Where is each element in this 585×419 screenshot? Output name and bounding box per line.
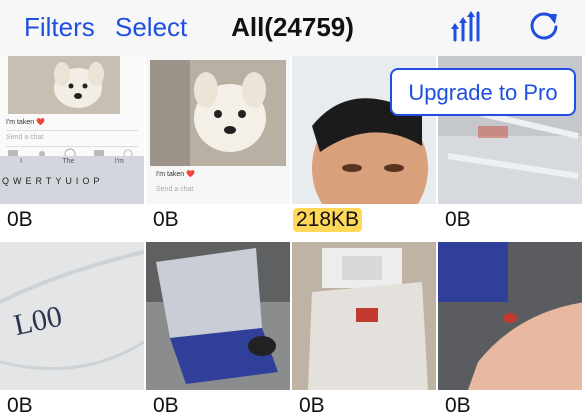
package-photo: [292, 242, 436, 390]
filters-button[interactable]: Filters: [24, 12, 95, 43]
divider: [6, 146, 138, 147]
chat-screenshot: I'm taken ❤️ Send a chat: [146, 56, 290, 204]
file-size: 0B: [445, 394, 471, 417]
grid-item: I'm taken ❤️ Send a chat I The I'm QWERT…: [0, 56, 144, 232]
photo-thumbnail[interactable]: [292, 242, 436, 390]
photo-thumbnail[interactable]: [146, 242, 290, 390]
upgrade-to-pro-button[interactable]: Upgrade to Pro: [390, 68, 576, 116]
file-size: 0B: [7, 394, 33, 417]
suggestion: I: [20, 158, 23, 165]
divider: [6, 130, 138, 131]
sort-bars-icon[interactable]: [450, 10, 482, 49]
suggestion: The: [62, 158, 75, 165]
tablet-photo: [146, 242, 290, 390]
photo-thumbnail[interactable]: L00: [0, 242, 144, 390]
grid-item: 0B: [146, 242, 290, 418]
grid-item: I'm taken ❤️ Send a chat 0B: [146, 56, 290, 232]
photo-thumbnail[interactable]: I'm taken ❤️ Send a chat: [146, 56, 290, 204]
grid-item: L00 0B: [0, 242, 144, 418]
chat-message: I'm taken ❤️: [6, 119, 45, 126]
file-size: 218KB: [293, 208, 363, 232]
chat-message: I'm taken ❤️: [156, 171, 195, 178]
chat-screenshot: I'm taken ❤️ Send a chat I The I'm QWERT…: [0, 56, 144, 204]
photo-thumbnail[interactable]: [438, 242, 582, 390]
photo-thumbnail[interactable]: I'm taken ❤️ Send a chat I The I'm QWERT…: [0, 56, 144, 204]
grid-item: 0B: [438, 242, 582, 418]
puppy-photo: [150, 60, 286, 166]
file-size: 0B: [153, 394, 179, 417]
navigation-bar: Filters Select All(24759): [0, 0, 585, 56]
file-size: 0B: [445, 208, 471, 231]
file-size: 0B: [7, 208, 33, 231]
file-size: 0B: [299, 394, 325, 417]
grid-item: 0B: [292, 242, 436, 418]
keyboard: I The I'm QWERTYUIOP: [0, 156, 144, 204]
keyboard-keys: QWERTYUIOP: [2, 176, 104, 186]
chat-input: Send a chat: [156, 186, 194, 193]
suggestion: I'm: [114, 158, 124, 165]
fingers-photo: [438, 242, 582, 390]
plastic-bag-photo: L00: [0, 242, 144, 390]
file-size: 0B: [153, 208, 179, 231]
select-button[interactable]: Select: [115, 12, 187, 43]
chat-input: Send a chat: [6, 134, 44, 141]
refresh-icon[interactable]: [527, 10, 561, 49]
puppy-photo: [8, 56, 120, 114]
